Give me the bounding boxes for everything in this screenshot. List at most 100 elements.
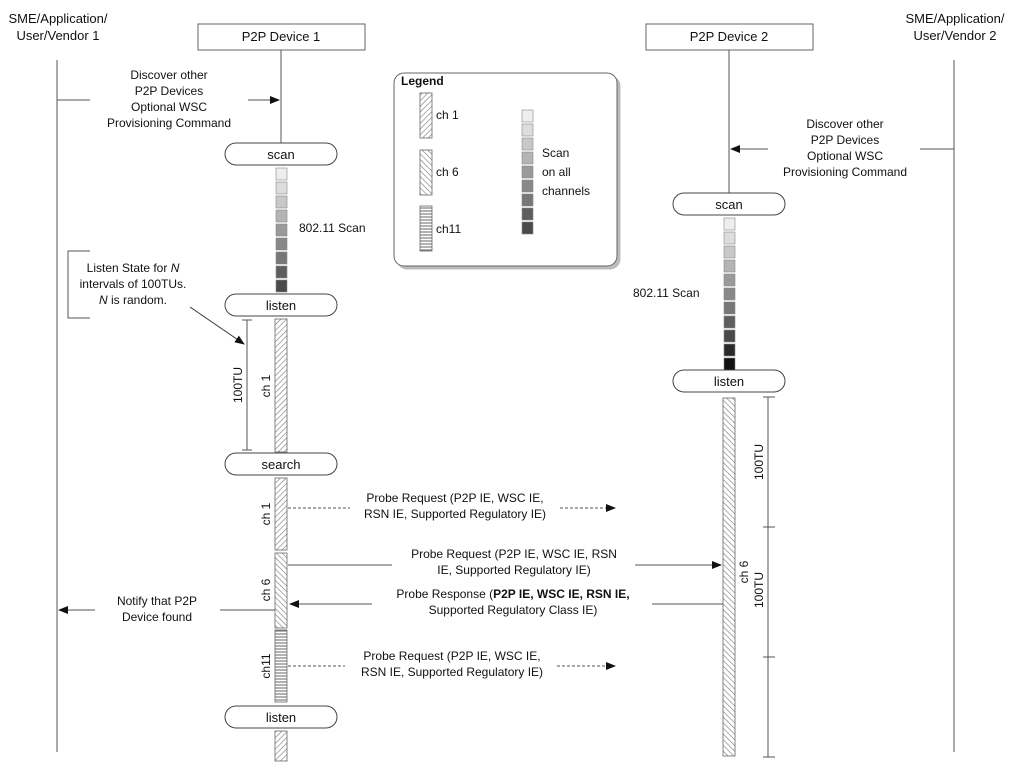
state-d2-scan-label: scan — [715, 197, 742, 212]
interval-d2: 100TU 100TU — [752, 396, 775, 758]
probe-req-1-line2: RSN IE, Supported Regulatory IE) — [364, 507, 546, 521]
listen-note-line3: N is random. — [99, 293, 167, 307]
listen-note-line1: Listen State for N — [87, 261, 180, 275]
scan-block-d1-8 — [275, 265, 288, 279]
ch-label-d1-listen: ch 1 — [259, 374, 273, 397]
probe-req-1-line1: Probe Request (P2P IE, WSC IE, — [366, 491, 543, 505]
ch-label-d1-search-ch6: ch 6 — [259, 578, 273, 601]
legend: Legend ch 1 ch 6 ch11 Scan on all channe… — [393, 72, 618, 267]
scan-block-d1-7 — [275, 251, 288, 265]
scan-block-d1-3 — [275, 195, 288, 209]
scan-block-d2-9 — [723, 329, 736, 343]
channel-bar-d1-listen2 — [274, 730, 288, 762]
interval-label-d2-b: 100TU — [752, 572, 766, 608]
state-d2-listen-label: listen — [714, 374, 744, 389]
state-d1-search: search — [224, 452, 338, 476]
scan-block-d1-1 — [275, 167, 288, 181]
channel-bar-d2-listen-ch6 — [722, 397, 736, 757]
discover-left-line2: P2P Devices — [135, 84, 203, 98]
scan-block-d2-3 — [723, 245, 736, 259]
channel-bar-d1-search-ch1 — [274, 477, 288, 551]
discover-command-right: Discover other P2P Devices Optional WSC … — [730, 117, 954, 179]
discover-left-line4: Provisioning Command — [107, 116, 231, 130]
probe-req-2-line1: Probe Request (P2P IE, WSC IE, RSN — [411, 547, 617, 561]
discover-right-line3: Optional WSC — [807, 149, 883, 163]
scan-block-d2-11 — [723, 357, 736, 371]
discover-command-left: Discover other P2P Devices Optional WSC … — [57, 68, 280, 130]
legend-ch11-label: ch11 — [436, 222, 461, 236]
discover-right-line2: P2P Devices — [811, 133, 879, 147]
state-d1-listen2-label: listen — [266, 710, 296, 725]
state-d1-scan-label: scan — [267, 147, 294, 162]
scan-block-d1-9 — [275, 279, 288, 293]
listen-note-line2: intervals of 100TUs. — [80, 277, 187, 291]
notify-line2: Device found — [122, 610, 192, 624]
scan-block-d1-5 — [275, 223, 288, 237]
scan-block-d2-5 — [723, 273, 736, 287]
actor-right-app-line2: User/Vendor 2 — [913, 28, 996, 43]
actor-device2: P2P Device 2 — [645, 23, 814, 51]
discover-right-line4: Provisioning Command — [783, 165, 907, 179]
ch-label-d2-listen: ch 6 — [737, 560, 751, 583]
channel-bar-d1-search-ch6 — [274, 552, 288, 629]
probe-req-2-line2: IE, Supported Regulatory IE) — [437, 563, 590, 577]
channel-bar-d1-listen-ch1 — [274, 318, 288, 453]
discover-left-line3: Optional WSC — [131, 100, 207, 114]
scan-block-d2-4 — [723, 259, 736, 273]
state-d1-listen: listen — [224, 293, 338, 317]
probe-req-3-line2: RSN IE, Supported Regulatory IE) — [361, 665, 543, 679]
scan-block-d1-6 — [275, 237, 288, 251]
legend-scan-line1: Scan — [542, 146, 569, 160]
ch-label-d1-search-ch11: ch11 — [259, 653, 273, 678]
legend-scan-block-6 — [521, 179, 534, 193]
message-probe-response: Probe Response (P2P IE, WSC IE, RSN IE, … — [289, 587, 723, 617]
scan-block-d1-2 — [275, 181, 288, 195]
sequence-diagram: SME/Application/ User/Vendor 1 P2P Devic… — [9, 11, 1005, 762]
scan-blocks-d1 — [275, 167, 288, 293]
legend-scan-block-3 — [521, 137, 534, 151]
interval-label-d2-a: 100TU — [752, 444, 766, 480]
actor-device1: P2P Device 1 — [197, 23, 366, 51]
discover-left-line1: Discover other — [130, 68, 207, 82]
notify-line1: Notify that P2P — [117, 594, 197, 608]
legend-scan-block-8 — [521, 207, 534, 221]
legend-scan-block-7 — [521, 193, 534, 207]
legend-title: Legend — [401, 74, 444, 88]
state-d1-listen-label: listen — [266, 298, 296, 313]
state-d2-scan: scan — [672, 192, 786, 216]
state-d1-search-label: search — [261, 457, 300, 472]
message-probe-request-2: Probe Request (P2P IE, WSC IE, RSN IE, S… — [288, 547, 722, 577]
scan-block-d2-10 — [723, 343, 736, 357]
interval-d1: 100TU — [231, 319, 252, 451]
scan-block-d2-8 — [723, 315, 736, 329]
probe-resp-line1: Probe Response (P2P IE, WSC IE, RSN IE, — [396, 587, 629, 601]
device1-label: P2P Device 1 — [242, 29, 321, 44]
scan-label-d1: 802.11 Scan — [299, 221, 366, 235]
legend-scan-line2: on all — [542, 165, 571, 179]
message-probe-request-1: Probe Request (P2P IE, WSC IE, RSN IE, S… — [288, 491, 616, 521]
legend-scan-line3: channels — [542, 184, 590, 198]
message-probe-request-3: Probe Request (P2P IE, WSC IE, RSN IE, S… — [288, 649, 616, 679]
scan-block-d1-4 — [275, 209, 288, 223]
probe-resp-line2: Supported Regulatory Class IE) — [429, 603, 598, 617]
legend-scan-block-2 — [521, 123, 534, 137]
ch-label-d1-search-ch1: ch 1 — [259, 502, 273, 525]
interval-label-d1: 100TU — [231, 367, 245, 403]
scan-block-d2-6 — [723, 287, 736, 301]
legend-ch1-swatch — [419, 92, 433, 139]
state-d1-listen2: listen — [224, 705, 338, 729]
channel-bar-d1-search-ch11 — [274, 629, 288, 703]
listen-note: Listen State for N intervals of 100TUs. … — [67, 250, 245, 345]
scan-block-d2-1 — [723, 217, 736, 231]
scan-label-d2: 802.11 Scan — [633, 286, 700, 300]
state-d2-listen: listen — [672, 369, 786, 393]
legend-ch11-swatch — [419, 205, 433, 252]
legend-scan-block-9 — [521, 221, 534, 235]
actor-left-app-line1: SME/Application/ — [9, 11, 108, 26]
scan-block-d2-2 — [723, 231, 736, 245]
legend-ch6-label: ch 6 — [436, 165, 459, 179]
legend-scan-block-1 — [521, 109, 534, 123]
legend-scan-block-4 — [521, 151, 534, 165]
legend-ch6-swatch — [419, 149, 433, 196]
state-d1-scan: scan — [224, 142, 338, 166]
